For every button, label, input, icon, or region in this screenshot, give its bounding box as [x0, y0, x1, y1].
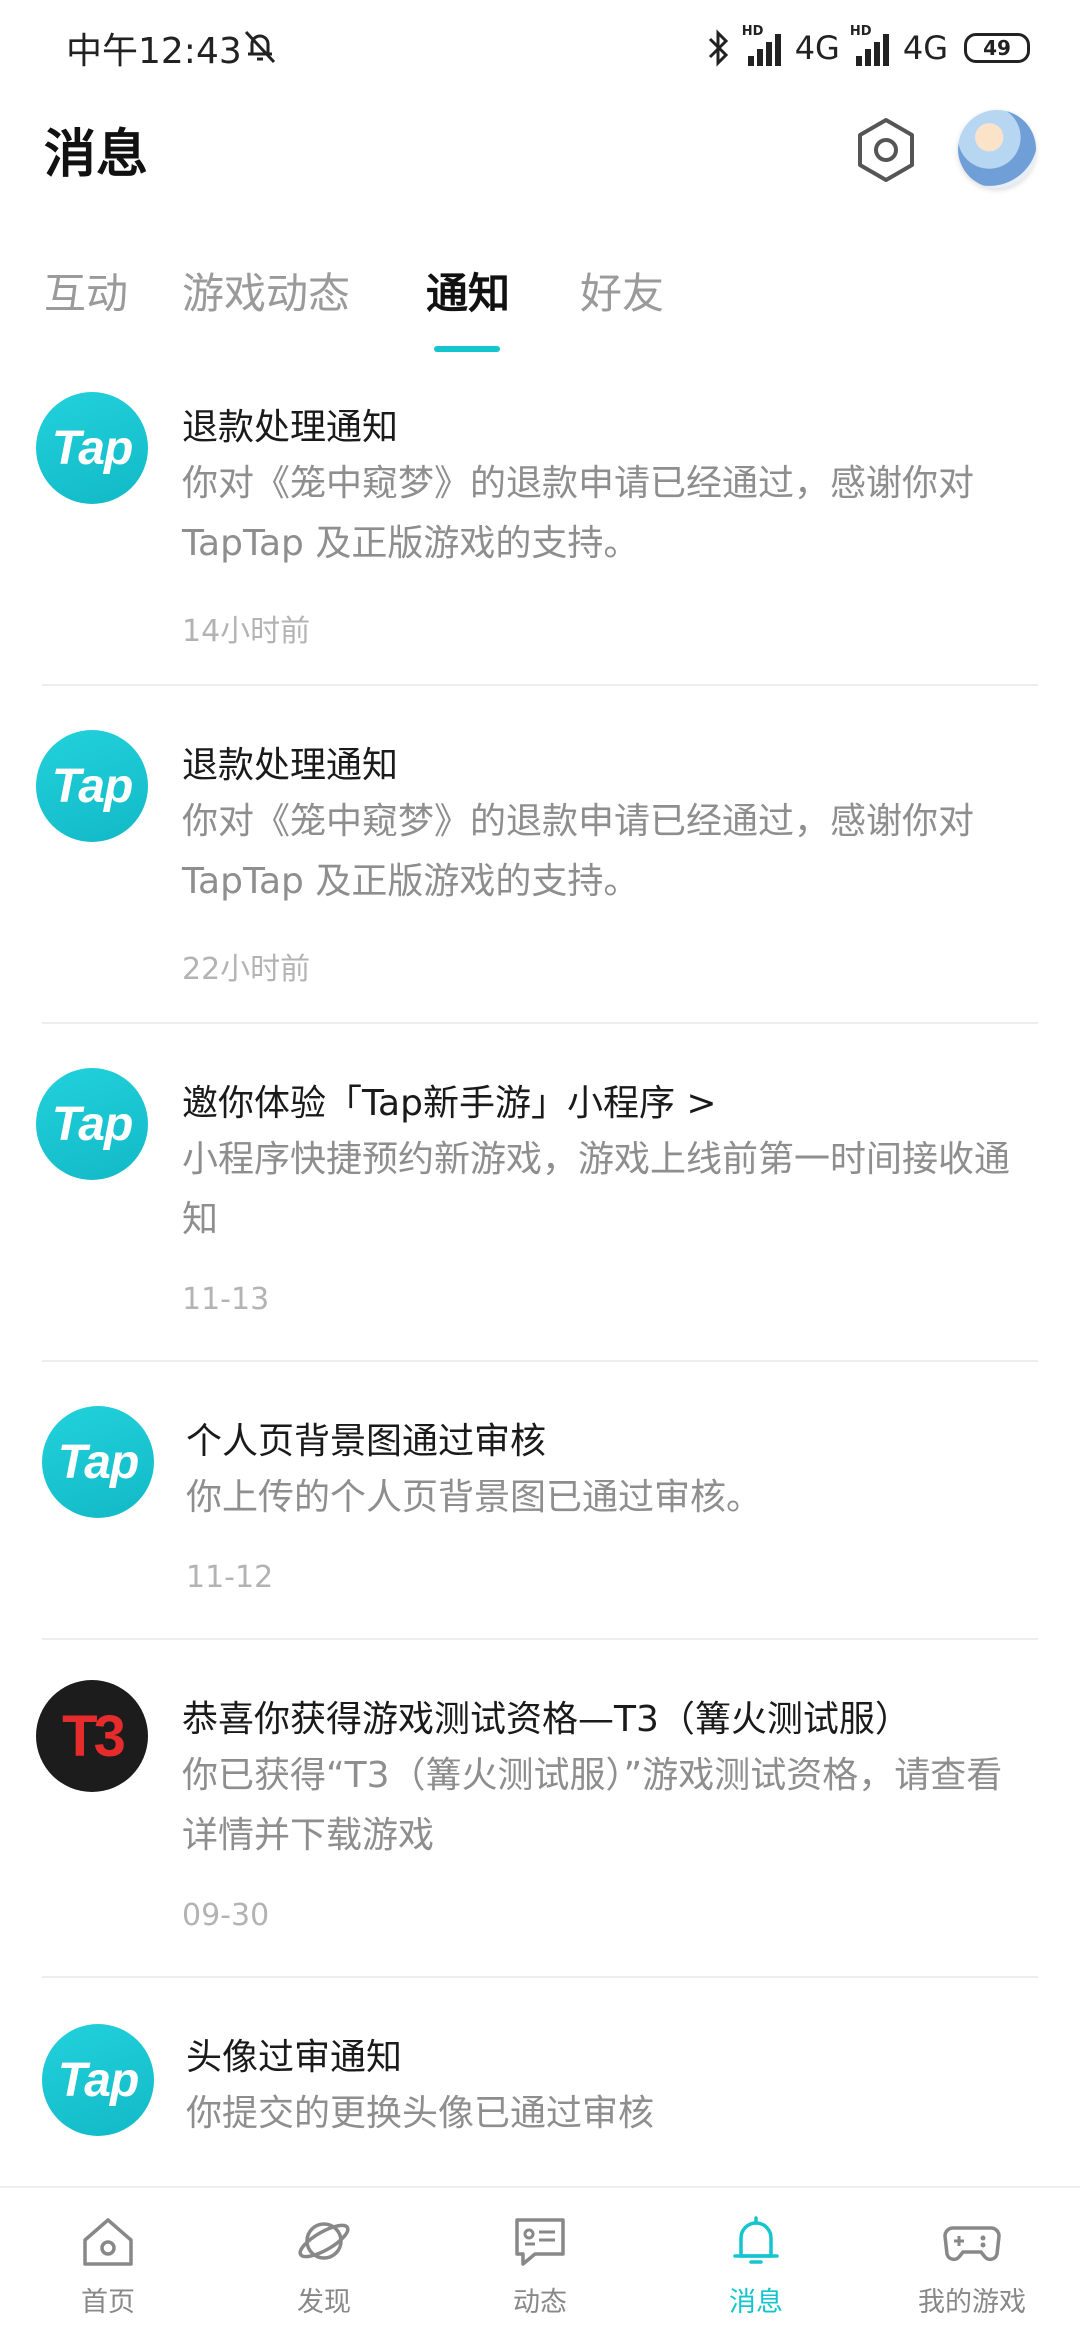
notification-body: 你上传的个人页背景图已通过审核。 [186, 1477, 763, 1518]
planet-icon [298, 2222, 350, 2260]
notification-body: 你已获得“T3（篝火测试服）”游戏测试资格，请查看详情并下载游戏 [182, 1755, 1003, 1856]
bluetooth-icon [708, 29, 728, 67]
notification-title: 头像过审通知 [186, 2037, 403, 2078]
chat-icon [515, 2218, 565, 2266]
notification-body: 小程序快捷预约新游戏，游戏上线前第一时间接收通知 [182, 1139, 1011, 1240]
tab-interaction[interactable]: 互动 [44, 260, 128, 321]
divider [42, 1638, 1038, 1640]
list-item[interactable]: T3 恭喜你获得游戏测试资格—T3（篝火测试服） 你已获得“T3（篝火测试服）”… [0, 1656, 1080, 1978]
battery-level: 49 [983, 36, 1011, 60]
nav-label: 消息 [729, 2287, 783, 2318]
notification-title: 邀你体验「Tap新手游」小程序 > [182, 1083, 717, 1124]
settings-icon[interactable] [852, 116, 920, 184]
tab-friends[interactable]: 好友 [580, 260, 664, 321]
hd-label: HD [849, 24, 872, 39]
logo-text: T3 [62, 1703, 126, 1769]
list-item[interactable]: Tap 邀你体验「Tap新手游」小程序 > 小程序快捷预约新游戏，游戏上线前第一… [0, 1040, 1080, 1362]
nav-label: 动态 [513, 2287, 567, 2318]
status-bar: 中午12:43 HD 4G HD 4G 49 [0, 0, 1080, 96]
status-time: 中午12:43 [66, 31, 242, 72]
bottom-nav: 首页 发现 动态 消息 我的游戏 [0, 2186, 1080, 2342]
divider [42, 1976, 1038, 1978]
logo-text: Tap [57, 2053, 140, 2107]
list-item[interactable]: Tap 退款处理通知 你对《笼中窥梦》的退款申请已经通过，感谢你对 TapTap… [0, 702, 1080, 1024]
hd-label: HD [741, 24, 764, 39]
taptap-logo: Tap [36, 1068, 148, 1180]
notification-body: 你对《笼中窥梦》的退款申请已经通过，感谢你对 TapTap 及正版游戏的支持。 [182, 463, 975, 564]
nav-my-games[interactable]: 我的游戏 [864, 2188, 1080, 2342]
notification-time: 22小时前 [182, 952, 311, 987]
nav-feed[interactable]: 动态 [432, 2188, 648, 2342]
taptap-logo: Tap [42, 2024, 154, 2136]
nav-discover[interactable]: 发现 [216, 2188, 432, 2342]
mute-bell-icon [244, 30, 276, 64]
notification-time: 09-30 [182, 1898, 270, 1933]
avatar[interactable] [958, 110, 1036, 188]
divider [42, 684, 1038, 686]
bell-icon [733, 2216, 779, 2264]
page-title: 消息 [44, 125, 149, 185]
gamepad-icon [943, 2226, 1001, 2262]
list-item[interactable]: Tap 个人页背景图通过审核 你上传的个人页背景图已通过审核。 11-12 [0, 1378, 1080, 1640]
taptap-logo: Tap [36, 730, 148, 842]
list-item[interactable]: Tap 退款处理通知 你对《笼中窥梦》的退款申请已经通过，感谢你对 TapTap… [0, 364, 1080, 686]
notification-title: 恭喜你获得游戏测试资格—T3（篝火测试服） [182, 1699, 911, 1740]
notification-time: 14小时前 [182, 614, 311, 649]
logo-text: Tap [51, 421, 134, 475]
home-icon [83, 2218, 133, 2266]
network-type: 4G [902, 29, 948, 67]
notification-title: 个人页背景图通过审核 [186, 1421, 547, 1462]
notification-title: 退款处理通知 [182, 407, 399, 448]
nav-label: 首页 [81, 2287, 135, 2318]
logo-text: Tap [51, 759, 134, 813]
nav-messages[interactable]: 消息 [648, 2188, 864, 2342]
nav-label: 发现 [297, 2287, 351, 2318]
t3-game-logo: T3 [36, 1680, 148, 1792]
signal-icon: HD [850, 24, 889, 66]
taptap-logo: Tap [36, 392, 148, 504]
notification-title: 退款处理通知 [182, 745, 399, 786]
tab-bar: 互动 游戏动态 通知 好友 [0, 260, 1080, 352]
tab-active-indicator [434, 346, 500, 352]
tab-notifications[interactable]: 通知 [426, 260, 510, 321]
taptap-logo: Tap [42, 1406, 154, 1518]
notification-body: 你提交的更换头像已通过审核 [186, 2093, 655, 2134]
notification-time: 11-12 [186, 1560, 274, 1595]
divider [42, 1022, 1038, 1024]
divider [42, 1360, 1038, 1362]
signal-icon: HD [742, 24, 781, 66]
nav-home[interactable]: 首页 [0, 2188, 216, 2342]
tab-game-updates[interactable]: 游戏动态 [182, 260, 350, 321]
list-item[interactable]: Tap 头像过审通知 你提交的更换头像已通过审核 [0, 1994, 1080, 2184]
nav-label: 我的游戏 [918, 2287, 1026, 2318]
notification-body: 你对《笼中窥梦》的退款申请已经通过，感谢你对 TapTap 及正版游戏的支持。 [182, 801, 975, 902]
notification-time: 11-13 [182, 1282, 270, 1317]
battery-icon: 49 [964, 33, 1030, 63]
logo-text: Tap [51, 1097, 134, 1151]
network-type: 4G [794, 29, 840, 67]
logo-text: Tap [57, 1435, 140, 1489]
